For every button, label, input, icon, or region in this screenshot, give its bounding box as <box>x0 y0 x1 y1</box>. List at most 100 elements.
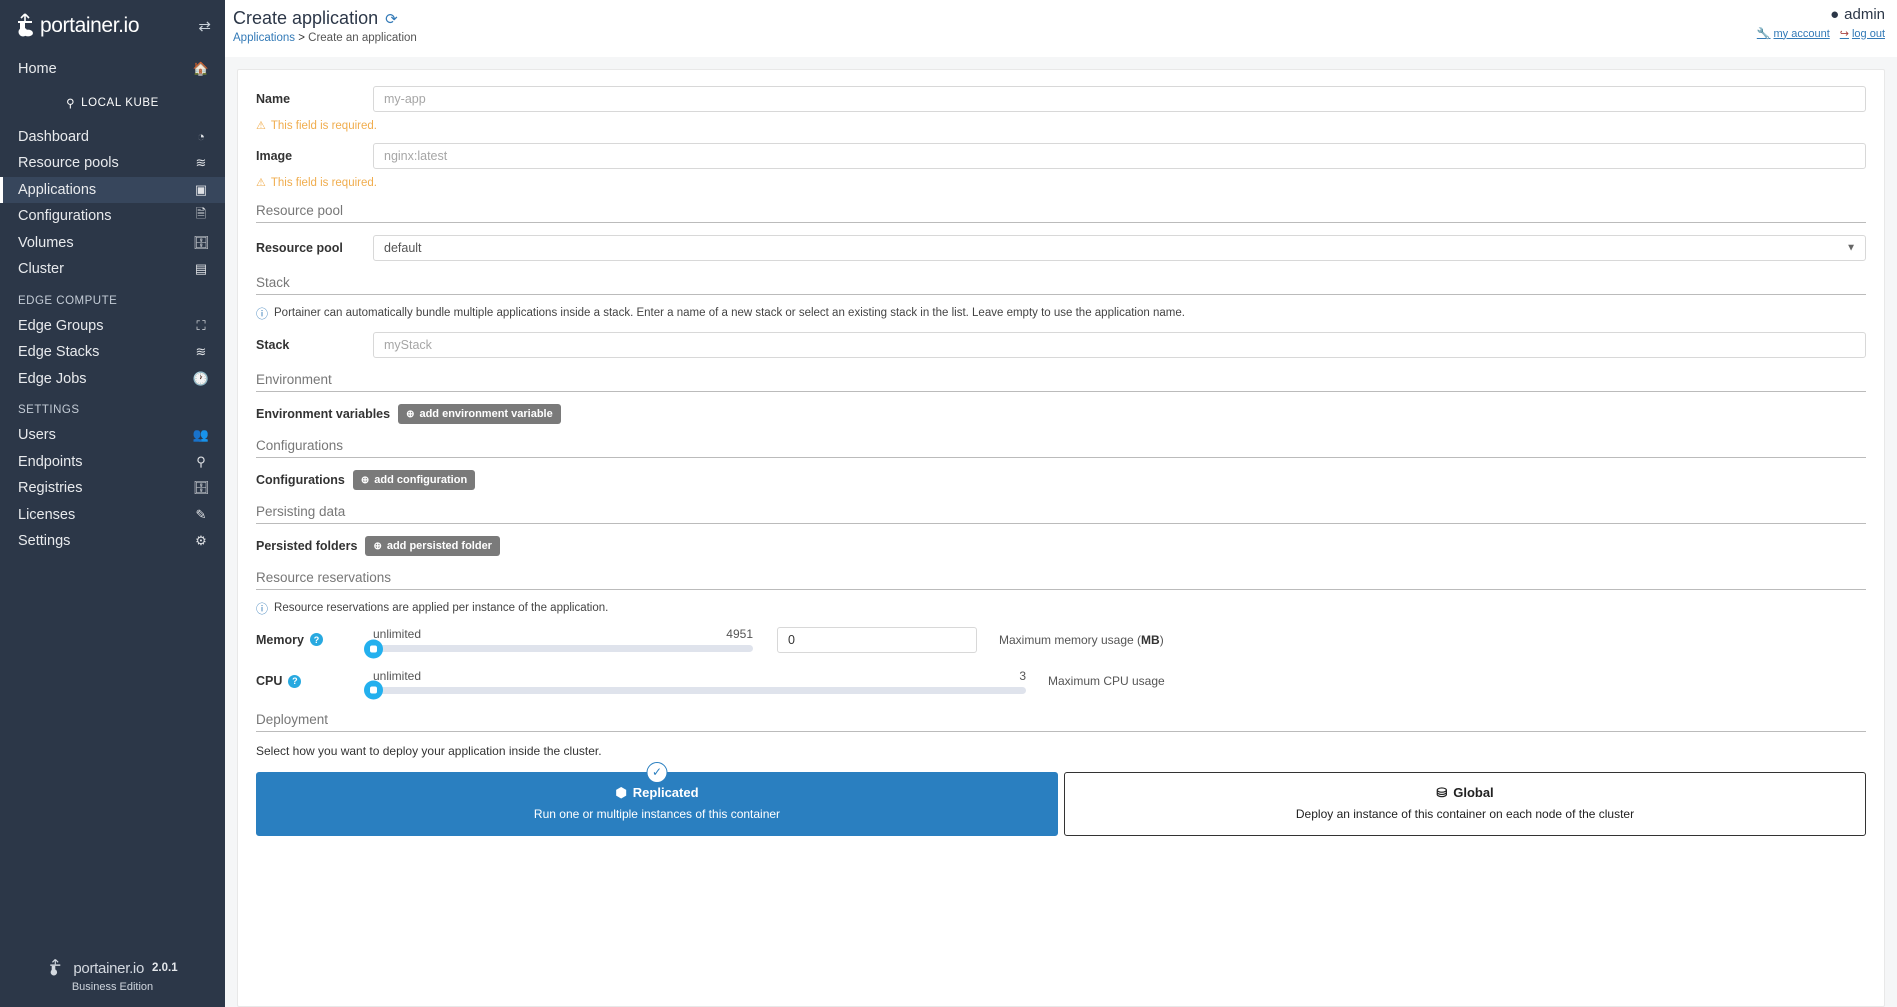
sidebar-item-edge-jobs[interactable]: Edge Jobs 🕐 <box>0 366 225 393</box>
replicated-title: Replicated <box>632 785 699 801</box>
resource-pool-control: default ▼ <box>373 235 1866 261</box>
sidebar-item-label: Users <box>18 427 56 444</box>
sidebar-item-users[interactable]: Users 👥 <box>0 422 225 449</box>
sidebar-item-edge-groups[interactable]: Edge Groups ⛶ <box>0 313 225 340</box>
name-row: Name <box>256 86 1866 112</box>
memory-usage-text: Maximum memory usage ( <box>999 632 1142 647</box>
memory-value-input[interactable] <box>777 626 977 653</box>
plug-icon: ⚲ <box>196 453 206 469</box>
memory-min-label: unlimited <box>373 627 422 642</box>
sidebar-item-label: Dashboard <box>18 128 89 145</box>
plug-icon: ⚲ <box>66 97 76 110</box>
database-icon: 🗄 <box>192 234 210 250</box>
sidebar-item-volumes[interactable]: Volumes 🗄 <box>0 230 225 257</box>
cpu-usage-label: Maximum CPU usage <box>1048 674 1165 689</box>
add-persisted-folder-button[interactable]: ⊕ add persisted folder <box>365 536 500 557</box>
sidebar-item-edge-stacks[interactable]: Edge Stacks ≋ <box>0 339 225 366</box>
stack-note: ⓘ Portainer can automatically bundle mul… <box>256 307 1866 321</box>
question-mark-icon[interactable]: ? <box>309 633 323 647</box>
my-account-label: my account <box>1773 27 1830 40</box>
file-code-icon: 🗎 <box>195 206 207 222</box>
name-input[interactable] <box>373 86 1866 112</box>
info-circle-icon: ⓘ <box>256 602 269 617</box>
warning-triangle-icon: ⚠ <box>256 177 266 189</box>
sidebar-item-registries[interactable]: Registries 🗄 <box>0 475 225 502</box>
sidebar-item-label: Applications <box>18 181 97 198</box>
main-area: Create application ⟳ Applications > Crea… <box>225 0 1897 1007</box>
configurations-label: Configurations <box>256 473 345 488</box>
dashboard-icon: ◔ <box>197 129 205 145</box>
image-row: Image <box>256 143 1866 169</box>
warning-triangle-icon: ⚠ <box>256 120 266 132</box>
breadcrumb-applications-link[interactable]: Applications <box>233 32 295 44</box>
deployment-option-global[interactable]: ⛁ Global Deploy an instance of this cont… <box>1064 771 1866 836</box>
image-error-text: This field is required. <box>270 176 377 189</box>
user-links: 🔧 my account ↪ log out <box>1756 27 1885 41</box>
sidebar-item-configurations[interactable]: Configurations 🗎 <box>0 203 225 230</box>
image-input[interactable] <box>373 143 1866 169</box>
sidebar-item-endpoints[interactable]: Endpoints ⚲ <box>0 449 225 476</box>
sidebar-item-label: Licenses <box>18 506 76 523</box>
top-bar: Create application ⟳ Applications > Crea… <box>225 0 1897 57</box>
sidebar-item-cluster[interactable]: Cluster ▤ <box>0 256 225 283</box>
deployment-option-replicated[interactable]: ✓ ⬢ Replicated Run one or multiple insta… <box>256 761 1058 836</box>
memory-slider[interactable]: unlimited 4951 <box>364 627 753 659</box>
global-title-row: ⛁ Global <box>1065 785 1865 801</box>
gears-icon: ⚙ <box>195 533 207 549</box>
create-application-form: Name ⚠ This field is required. Image <box>237 69 1885 1007</box>
cpu-slider-handle[interactable] <box>364 680 383 700</box>
sidebar-item-applications[interactable]: Applications ▣ <box>0 176 225 203</box>
global-title: Global <box>1453 785 1494 801</box>
cpu-row: CPU ? unlimited 3 Maximum CPU usage <box>256 669 1866 700</box>
sidebar-item-label: Edge Groups <box>18 317 104 334</box>
sidebar-item-licenses[interactable]: Licenses ✎ <box>0 502 225 529</box>
sidebar-nav: Home 🏠 ⚲ LOCAL KUBE Dashboard ◔ Resource… <box>0 56 225 958</box>
collapse-arrows-icon[interactable]: ⇄ <box>198 19 211 34</box>
resource-pool-row: Resource pool default ▼ <box>256 235 1866 261</box>
sidebar-item-resource-pools[interactable]: Resource pools ≋ <box>0 150 225 177</box>
sidebar-item-home[interactable]: Home 🏠 <box>0 56 225 83</box>
stack-control <box>373 332 1866 359</box>
memory-slider-track[interactable] <box>364 639 753 659</box>
name-error-text: This field is required. <box>270 119 377 132</box>
cpu-label: CPU <box>256 674 283 689</box>
cpu-slider[interactable]: unlimited 3 <box>364 669 1026 700</box>
resource-pool-select[interactable]: default <box>373 235 1866 261</box>
sidebar-heading-settings: SETTINGS <box>18 404 80 416</box>
sidebar-environment-label: ⚲ LOCAL KUBE <box>0 90 225 116</box>
add-environment-variable-button[interactable]: ⊕ add environment variable <box>398 404 561 425</box>
refresh-icon[interactable]: ⟳ <box>385 10 398 28</box>
sidebar-header: portainer.io ⇄ <box>0 0 225 56</box>
sidebar-item-settings[interactable]: Settings ⚙ <box>0 528 225 555</box>
log-out-link[interactable]: ↪ log out <box>1840 27 1885 41</box>
memory-slider-handle[interactable] <box>364 639 383 659</box>
plus-circle-icon: ⊕ <box>360 474 370 486</box>
global-subtitle: Deploy an instance of this container on … <box>1295 806 1635 821</box>
sidebar-footer-brand-row: portainer.io 2.0.1 <box>0 958 225 978</box>
server-icon: ▤ <box>194 261 208 277</box>
persisted-folders-row: Persisted folders ⊕ add persisted folder <box>256 536 1866 557</box>
wrench-icon: 🔧 <box>1756 28 1771 40</box>
layers-icon: ≋ <box>195 155 207 171</box>
cpu-slider-track[interactable] <box>364 680 1026 700</box>
sidebar: portainer.io ⇄ Home 🏠 ⚲ LOCAL KUBE Dashb… <box>0 0 225 1007</box>
sidebar-item-dashboard[interactable]: Dashboard ◔ <box>0 124 225 151</box>
reservations-note-text: Resource reservations are applied per in… <box>274 602 609 615</box>
cpu-label-group: CPU ? <box>256 674 373 688</box>
user-circle-icon: ● <box>1830 6 1840 23</box>
question-mark-icon[interactable]: ? <box>288 674 302 688</box>
stack-input[interactable] <box>373 332 1866 359</box>
sidebar-item-label: Registries <box>18 480 83 497</box>
reservations-note: ⓘ Resource reservations are applied per … <box>256 602 1866 616</box>
sidebar-item-label: Resource pools <box>18 155 119 172</box>
sidebar-brand-label: portainer.io <box>40 14 140 37</box>
portainer-logo-icon <box>50 959 61 976</box>
persisted-folders-label: Persisted folders <box>256 539 358 554</box>
my-account-link[interactable]: 🔧 my account <box>1756 27 1830 41</box>
deployment-options: ✓ ⬢ Replicated Run one or multiple insta… <box>256 761 1866 836</box>
name-label: Name <box>256 92 291 106</box>
portainer-logo[interactable]: portainer.io <box>14 12 140 40</box>
user-menu: ● admin 🔧 my account ↪ log out <box>1757 6 1885 40</box>
add-configuration-button[interactable]: ⊕ add configuration <box>352 470 476 491</box>
users-icon: 👥 <box>192 427 210 443</box>
